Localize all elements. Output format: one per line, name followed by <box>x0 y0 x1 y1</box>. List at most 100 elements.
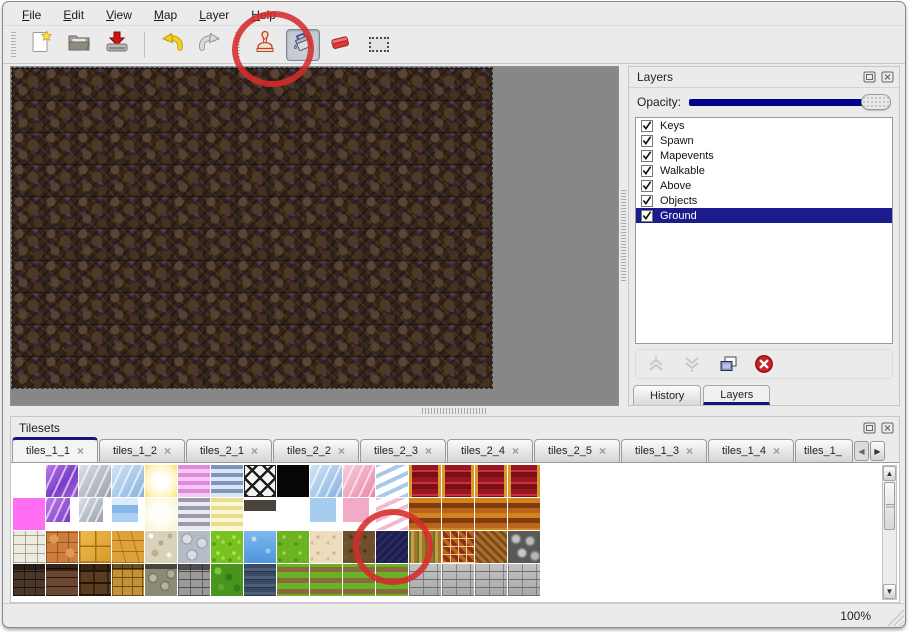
palette-tile-sign-dark[interactable] <box>244 498 276 530</box>
layer-visibility-checkbox[interactable] <box>641 210 653 222</box>
layer-row-walkable[interactable]: Walkable <box>636 163 892 178</box>
tileset-tab-tiles_1_4[interactable]: tiles_1_4× <box>708 439 794 462</box>
palette-tile-glass-blue[interactable] <box>112 465 144 497</box>
map-canvas[interactable] <box>12 68 492 388</box>
palette-tile-wall-darkbrown[interactable] <box>79 564 111 596</box>
layer-visibility-checkbox[interactable] <box>641 135 653 147</box>
layer-row-objects[interactable]: Objects <box>636 193 892 208</box>
palette-tile-glass-gray-sm[interactable] <box>79 498 111 530</box>
select-tool-button[interactable] <box>362 29 396 61</box>
tileset-tab-tiles_2_4[interactable]: tiles_2_4× <box>447 439 533 462</box>
palette-tile-glass-purple[interactable] <box>46 465 78 497</box>
palette-tile-stripes-orange[interactable] <box>409 498 441 530</box>
tab-close-icon[interactable]: × <box>77 446 84 456</box>
palette-tile-grass-path[interactable] <box>277 564 309 596</box>
palette-tile-wall-goldbrick[interactable] <box>112 564 144 596</box>
palette-tile-blue-sm[interactable] <box>310 498 342 530</box>
palette-tile-glow-pale[interactable] <box>145 498 177 530</box>
duplicate-layer-button[interactable] <box>718 354 738 374</box>
palette-tile-planks-blue[interactable] <box>244 564 276 596</box>
dock-tab-layers[interactable]: Layers <box>703 385 770 405</box>
layer-row-mapevents[interactable]: Mapevents <box>636 148 892 163</box>
palette-tile-water[interactable] <box>244 531 276 563</box>
fill-tool-button[interactable] <box>286 29 320 61</box>
palette-tile-wall-pebble[interactable] <box>145 564 177 596</box>
palette-tile-hedge-green[interactable] <box>211 564 243 596</box>
tab-close-icon[interactable]: × <box>164 446 171 456</box>
window-resize-grip[interactable] <box>885 607 904 626</box>
palette-tile-empty[interactable] <box>13 465 45 497</box>
menu-edit[interactable]: Edit <box>54 6 93 24</box>
layer-visibility-checkbox[interactable] <box>641 150 653 162</box>
palette-tile-tiles-gold[interactable] <box>79 531 111 563</box>
palette-tile-wall-darkbrick[interactable] <box>13 564 45 596</box>
palette-tile-grass-path[interactable] <box>343 564 375 596</box>
tab-close-icon[interactable]: × <box>773 446 780 456</box>
delete-layer-button[interactable] <box>754 354 774 374</box>
layer-visibility-checkbox[interactable] <box>641 165 653 177</box>
tab-close-icon[interactable]: × <box>599 446 606 456</box>
palette-tile-sand-beige[interactable] <box>310 531 342 563</box>
palette-tile-pink-sm[interactable] <box>343 498 375 530</box>
palette-tile-magenta[interactable] <box>13 498 45 530</box>
toolbar-gripper[interactable] <box>11 32 16 58</box>
menu-map[interactable]: Map <box>145 6 186 24</box>
tileset-tab-tiles_1_1[interactable]: tiles_1_1× <box>12 437 98 462</box>
palette-tile-grass-path[interactable] <box>376 564 408 596</box>
layer-visibility-checkbox[interactable] <box>641 180 653 192</box>
palette-tile-stripes-orange[interactable] <box>442 498 474 530</box>
tab-scroll-left-button[interactable]: ◀ <box>854 441 869 461</box>
palette-tile-carpet-red[interactable] <box>409 465 441 497</box>
palette-scrollbar[interactable]: ▲ ▼ <box>882 465 897 600</box>
menu-file[interactable]: File <box>13 6 50 24</box>
palette-tile-lattice[interactable] <box>244 465 276 497</box>
tab-close-icon[interactable]: × <box>512 446 519 456</box>
palette-tile-brick-gray[interactable] <box>442 564 474 596</box>
palette-tile-stripes-pink[interactable] <box>178 465 210 497</box>
palette-tile-glass-pink[interactable] <box>343 465 375 497</box>
opacity-slider[interactable] <box>689 94 891 110</box>
palette-tile-dirt-brown[interactable] <box>343 531 375 563</box>
tileset-tab-tiles_2_2[interactable]: tiles_2_2× <box>273 439 359 462</box>
palette-tile-basket-weave[interactable] <box>442 531 474 563</box>
tab-close-icon[interactable]: × <box>425 446 432 456</box>
undo-button[interactable] <box>155 29 189 61</box>
layer-visibility-checkbox[interactable] <box>641 195 653 207</box>
eraser-tool-button[interactable] <box>324 29 358 61</box>
toolbar-gripper[interactable] <box>235 32 240 58</box>
palette-tile-planks-vert[interactable] <box>409 531 441 563</box>
scrollbar-thumb[interactable] <box>884 482 895 530</box>
tileset-tab-tiles_1_2[interactable]: tiles_1_2× <box>99 439 185 462</box>
palette-tile-glass-gray[interactable] <box>79 465 111 497</box>
float-panel-icon[interactable] <box>862 421 876 434</box>
scroll-up-button[interactable]: ▲ <box>883 466 896 481</box>
palette-tile-cobble-orange[interactable] <box>46 531 78 563</box>
palette-tile-carpet-red[interactable] <box>475 465 507 497</box>
palette-tile-brick-gray[interactable] <box>508 564 540 596</box>
palette-tile-stripes-orange[interactable] <box>475 498 507 530</box>
palette-tile-herringbone[interactable] <box>475 531 507 563</box>
palette-tile-carpet-red[interactable] <box>442 465 474 497</box>
move-layer-down-button[interactable] <box>682 354 702 374</box>
horizontal-splitter[interactable] <box>3 406 905 416</box>
tileset-tab-tiles_1[interactable]: tiles_1_ <box>795 439 853 462</box>
palette-tile-brick-gray[interactable] <box>409 564 441 596</box>
palette-tile-stripes-orange[interactable] <box>508 498 540 530</box>
open-map-button[interactable] <box>62 29 96 61</box>
tab-close-icon[interactable]: × <box>338 446 345 456</box>
redo-button[interactable] <box>193 29 227 61</box>
layer-row-keys[interactable]: Keys <box>636 118 892 133</box>
palette-tile-pebbles-beige[interactable] <box>145 531 177 563</box>
tileset-tab-tiles_2_1[interactable]: tiles_2_1× <box>186 439 272 462</box>
scrollbar-track[interactable] <box>883 531 896 584</box>
palette-tile-wall-brown[interactable] <box>46 564 78 596</box>
layer-row-spawn[interactable]: Spawn <box>636 133 892 148</box>
menu-layer[interactable]: Layer <box>190 6 238 24</box>
palette-tile-carpet-red[interactable] <box>508 465 540 497</box>
opacity-slider-handle[interactable] <box>861 94 891 110</box>
palette-tile-stripes-yellow[interactable] <box>211 498 243 530</box>
stamp-tool-button[interactable] <box>248 29 282 61</box>
palette-tile-brick-gray[interactable] <box>475 564 507 596</box>
palette-tile-logs-gray[interactable] <box>508 531 540 563</box>
close-panel-icon[interactable] <box>880 421 894 434</box>
